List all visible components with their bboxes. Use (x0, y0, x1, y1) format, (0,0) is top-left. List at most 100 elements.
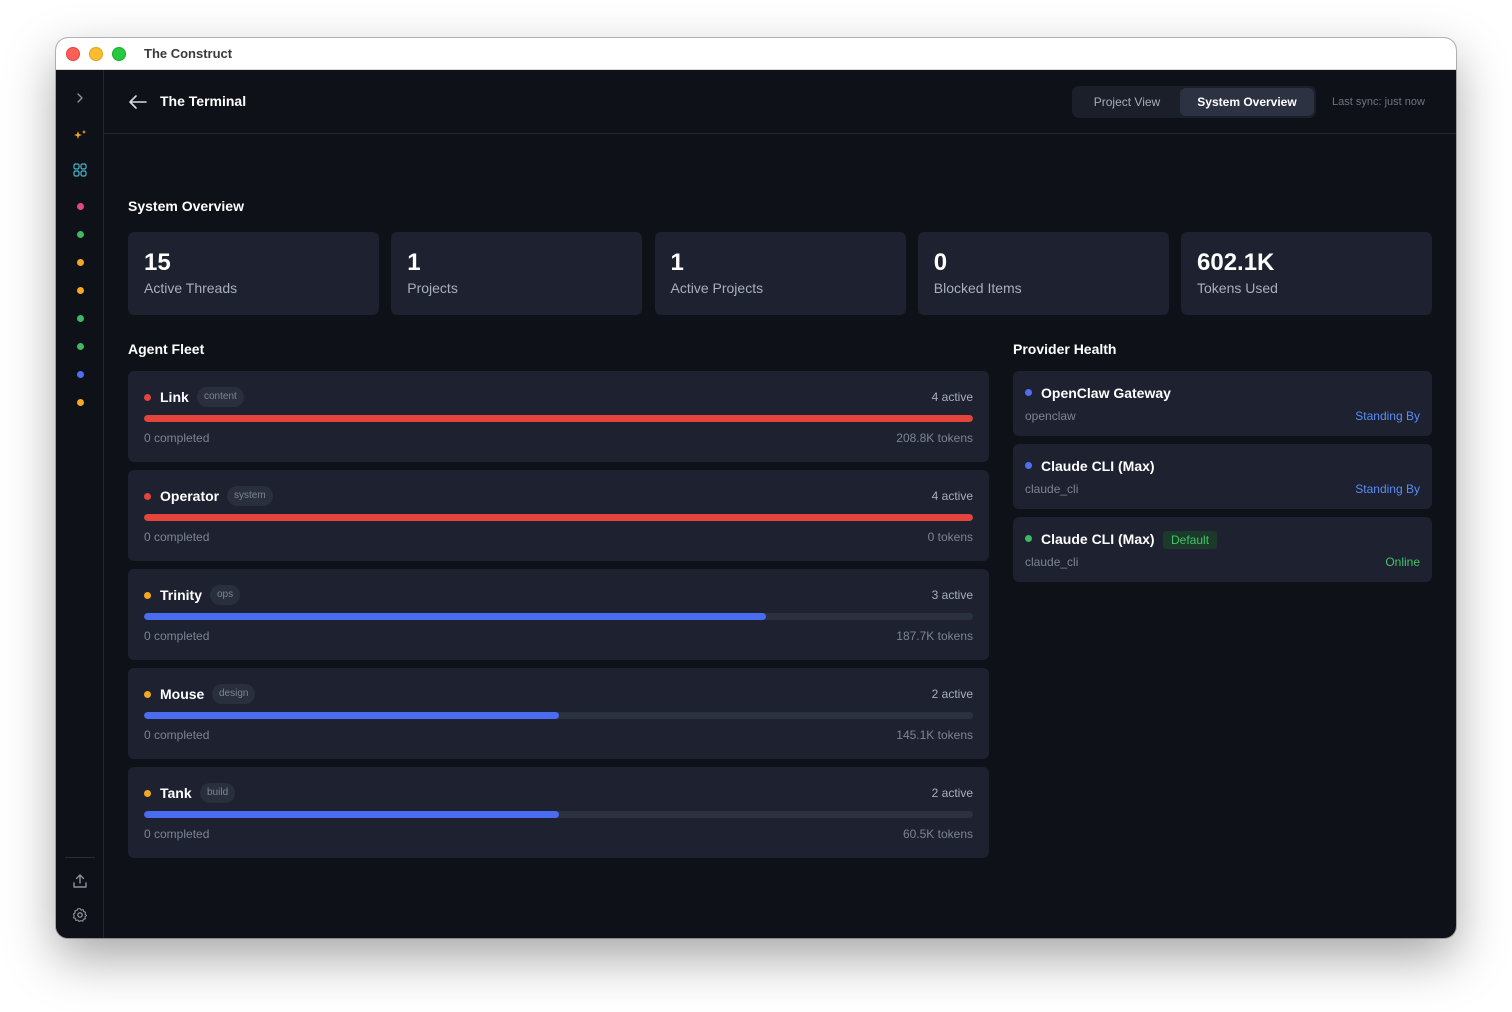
sidebar-project-item[interactable] (56, 256, 104, 268)
agent-token-usage: 60.5K tokens (902, 827, 973, 841)
stat-card: 0 Blocked Items (917, 232, 1169, 315)
tab-project-view[interactable]: Project View (1074, 88, 1180, 116)
provider-card[interactable]: OpenClaw Gateway openclaw Standing By (1013, 371, 1432, 436)
agent-active-count: 2 active (931, 687, 973, 701)
agent-status-dot (144, 493, 151, 500)
maximize-window-button[interactable] (112, 46, 126, 61)
provider-card[interactable]: Claude CLI (Max) Default claude_cli Online (1013, 517, 1432, 582)
provider-status: Online (1385, 555, 1420, 569)
window-controls (66, 46, 126, 61)
agent-active-count: 2 active (931, 786, 973, 800)
agent-name: Trinity (160, 587, 203, 603)
agent-active-count: 4 active (931, 390, 973, 404)
agent-completed-count: 0 completed (144, 431, 210, 445)
close-window-button[interactable] (66, 46, 80, 61)
upload-icon (73, 874, 87, 888)
provider-id: claude_cli (1025, 482, 1079, 496)
agent-progress-bar (144, 514, 973, 521)
provider-health-title: Provider Health (1013, 341, 1117, 357)
sidebar-project-item[interactable] (56, 312, 104, 324)
agent-status-dot (144, 394, 151, 401)
sidebar-project-item[interactable] (56, 368, 104, 380)
gear-icon (72, 907, 88, 923)
agent-completed-count: 0 completed (144, 728, 210, 742)
agent-token-usage: 208.8K tokens (896, 431, 973, 445)
stat-card: 1 Active Projects (654, 232, 906, 315)
app-window: The Construct The Terminal Project View … (56, 38, 1456, 938)
system-overview-title: System Overview (128, 198, 244, 214)
sidebar-project-item[interactable] (56, 284, 104, 296)
status-dot (76, 398, 84, 406)
status-dot (76, 342, 84, 350)
status-dot (76, 202, 84, 210)
sidebar-project-item[interactable] (56, 340, 104, 352)
agent-role-tag: design (212, 684, 256, 704)
agent-token-usage: 0 tokens (927, 530, 973, 544)
agent-completed-count: 0 completed (144, 827, 210, 841)
provider-status-dot (1025, 535, 1032, 542)
provider-status: Standing By (1355, 482, 1420, 496)
agent-status-dot (144, 790, 151, 797)
provider-status-dot (1025, 462, 1032, 469)
agent-card[interactable]: Operator system 4 active 0 completed 0 token… (128, 470, 989, 561)
provider-id: claude_cli (1025, 555, 1079, 569)
status-dot (76, 230, 84, 238)
agent-progress-bar (144, 613, 973, 620)
agent-completed-count: 0 completed (144, 629, 210, 643)
agent-name: Mouse (160, 686, 205, 702)
chevron-right-icon (77, 93, 83, 103)
expand-sidebar-button[interactable] (56, 88, 104, 108)
stat-label: Active Threads (144, 280, 238, 296)
agent-progress-bar (144, 712, 973, 719)
back-button[interactable] (128, 92, 148, 112)
grid-icon (73, 163, 87, 177)
dashboard-button[interactable] (56, 160, 104, 180)
title-bar: The Construct (56, 38, 1456, 70)
agent-card[interactable]: Link content 4 active 0 completed 208.8K tok… (128, 371, 989, 462)
agent-token-usage: 187.7K tokens (896, 629, 973, 643)
view-switcher: Project View System Overview (1072, 86, 1316, 118)
page-title: The Terminal (160, 93, 247, 109)
agent-card[interactable]: Trinity ops 3 active 0 completed 187.7K toke… (128, 569, 989, 660)
status-dot (76, 314, 84, 322)
sidebar-project-item[interactable] (56, 200, 104, 212)
main-content: The Terminal Project View System Overvie… (104, 70, 1456, 938)
agent-role-tag: build (200, 783, 236, 803)
status-dot (76, 370, 84, 378)
agent-name: Operator (160, 488, 220, 504)
upload-button[interactable] (56, 870, 104, 892)
sidebar-project-item[interactable] (56, 396, 104, 408)
minimize-window-button[interactable] (89, 46, 103, 61)
stat-value: 602.1K (1197, 249, 1275, 276)
stat-label: Projects (407, 280, 458, 296)
stat-label: Blocked Items (933, 280, 1022, 296)
agent-progress-bar (144, 811, 973, 818)
agent-progress-fill (144, 712, 559, 719)
stat-card: 1 Projects (391, 232, 643, 315)
provider-status: Standing By (1355, 409, 1420, 423)
agent-status-dot (144, 691, 151, 698)
agent-active-count: 3 active (931, 588, 973, 602)
agent-progress-fill (144, 415, 973, 422)
agent-fleet-title: Agent Fleet (128, 341, 205, 357)
stat-value: 0 (933, 249, 948, 276)
sidebar-project-item[interactable] (56, 228, 104, 240)
provider-card[interactable]: Claude CLI (Max) claude_cli Standing By (1013, 444, 1432, 509)
agent-token-usage: 145.1K tokens (896, 728, 973, 742)
agent-completed-count: 0 completed (144, 530, 210, 544)
agent-card[interactable]: Mouse design 2 active 0 completed 145.1K tok… (128, 668, 989, 759)
settings-button[interactable] (56, 904, 104, 926)
agent-progress-fill (144, 514, 973, 521)
agent-active-count: 4 active (931, 489, 973, 503)
arrow-left-icon (129, 95, 147, 109)
status-dot (76, 286, 84, 294)
window-title: The Construct (144, 46, 233, 61)
provider-name: Claude CLI (Max) (1041, 531, 1155, 547)
stat-card: 15 Active Threads (128, 232, 379, 315)
agent-card[interactable]: Tank build 2 active 0 completed 60.5K tokens (128, 767, 989, 858)
sparkle-button[interactable] (56, 126, 104, 146)
tab-system-overview[interactable]: System Overview (1180, 88, 1314, 116)
agent-progress-fill (144, 613, 766, 620)
stat-value: 1 (407, 249, 421, 276)
provider-status-dot (1025, 389, 1032, 396)
